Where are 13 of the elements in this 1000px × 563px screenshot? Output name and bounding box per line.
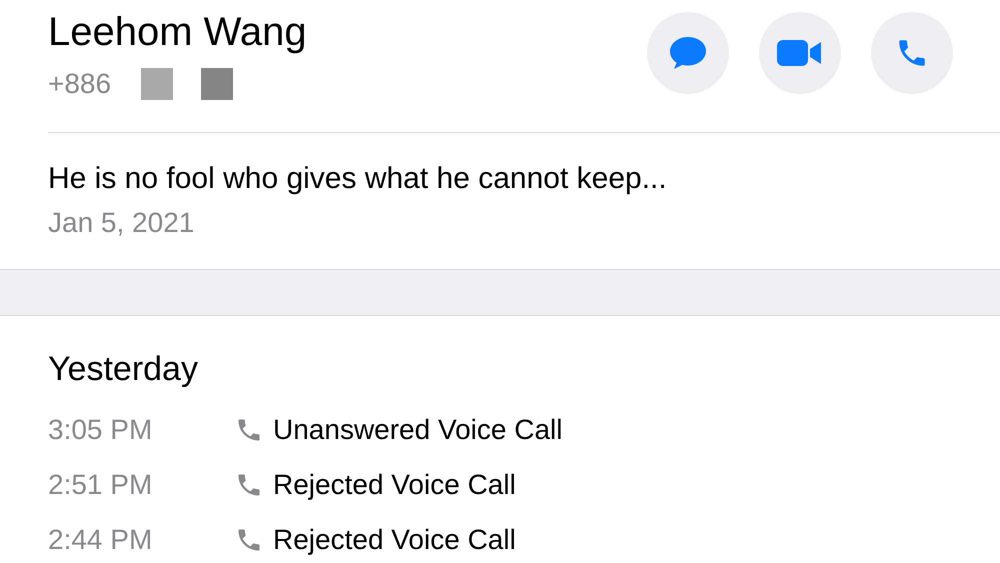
contact-name: Leehom Wang	[48, 9, 307, 56]
call-time: 3:05 PM	[48, 412, 154, 446]
status-message: He is no fool who gives what he cannot keep...	[48, 161, 668, 197]
call-type: Unanswered Voice Call	[273, 412, 562, 446]
day-heading: Yesterday	[48, 349, 199, 390]
phone-number: +886	[48, 67, 112, 101]
status-date: Jan 5, 2021	[48, 206, 196, 240]
call-type: Rejected Voice Call	[273, 468, 516, 502]
message-icon	[669, 36, 707, 70]
call-time: 2:51 PM	[48, 468, 154, 502]
call-time: 2:44 PM	[48, 522, 154, 556]
video-camera-icon	[777, 39, 823, 67]
call-type: Rejected Voice Call	[273, 522, 516, 557]
